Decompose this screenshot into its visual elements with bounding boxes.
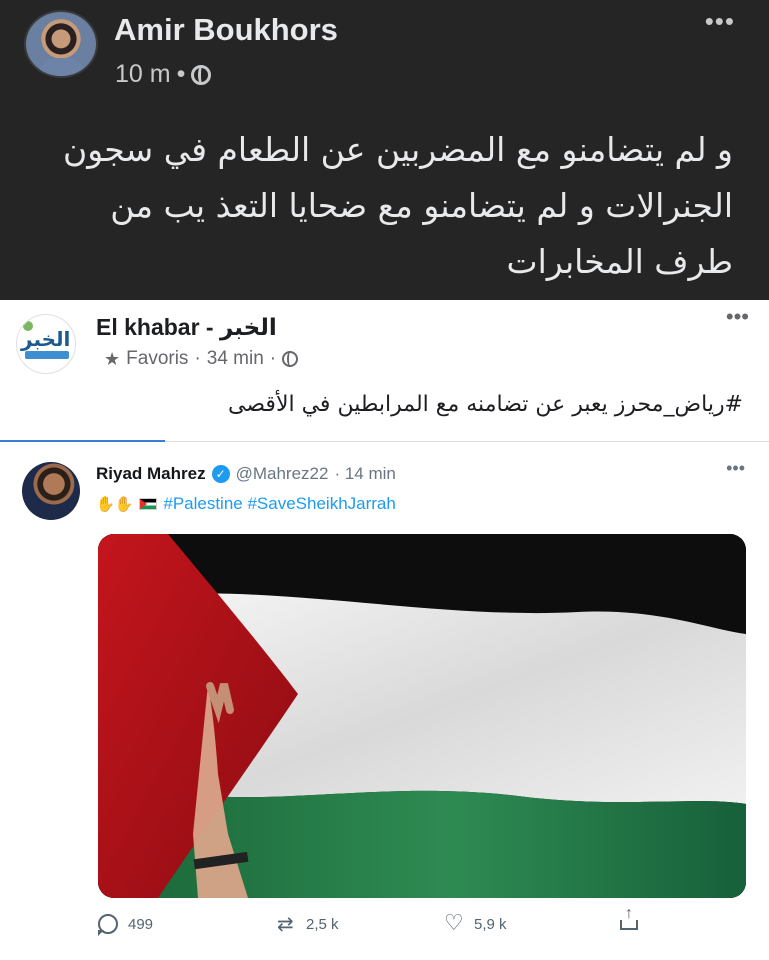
reply-icon — [98, 914, 118, 936]
tweet-header: Riyad Mahrez ✓ @Mahrez22 · 14 min — [96, 464, 396, 484]
caption-divider — [165, 441, 769, 442]
logo-bar — [25, 351, 69, 359]
tweet-text: ✋✋ #Palestine #SaveSheikhJarrah — [96, 494, 396, 514]
globe-icon — [191, 64, 212, 85]
caption-hashtag[interactable]: #رياض_محرز — [615, 392, 743, 417]
retweet-icon — [276, 914, 296, 934]
globe-icon — [282, 351, 299, 367]
favoris-label: Favoris — [126, 348, 189, 369]
reply-count: 499 — [128, 915, 154, 933]
caption-text: يعبر عن تضامنه مع المرابطين في الأقصى — [228, 392, 615, 417]
palestine-flag-icon — [139, 498, 158, 510]
author-avatar[interactable] — [24, 10, 98, 78]
verified-badge-icon: ✓ — [211, 465, 230, 483]
shared-post: الخبر El khabar - الخبر ★ Favoris · 34 m… — [0, 300, 769, 960]
retweet-count: 2,5 k — [306, 915, 339, 933]
retweet-action[interactable]: 2,5 k — [276, 914, 339, 934]
shared-post-options-button[interactable]: ••• — [726, 304, 749, 330]
tweet-handle[interactable]: @Mahrez22 — [236, 464, 329, 484]
tweet-avatar[interactable] — [22, 462, 80, 520]
post-options-button[interactable]: ••• — [705, 6, 735, 37]
author-name[interactable]: Amir Boukhors — [114, 12, 338, 48]
outer-post: Amir Boukhors 10 m • ••• و لم يتضامنو مع… — [0, 0, 769, 300]
meta-separator: • — [176, 60, 186, 88]
tweet-options-button[interactable]: ••• — [726, 458, 745, 479]
share-icon — [620, 905, 638, 930]
page-logo[interactable]: الخبر — [16, 314, 76, 374]
caption-divider-accent — [0, 440, 165, 442]
tweet-author-name[interactable]: Riyad Mahrez — [96, 464, 206, 484]
post-meta: 10 m • — [115, 60, 212, 89]
star-icon: ★ — [104, 348, 121, 369]
shared-post-time[interactable]: 34 min — [207, 348, 264, 370]
tweet-photo[interactable] — [98, 534, 746, 898]
tweet-hashtags[interactable]: #Palestine #SaveSheikhJarrah — [163, 494, 395, 514]
praying-hands-icon: ✋✋ — [96, 496, 134, 513]
tweet-time: · 14 min — [334, 464, 396, 483]
page-name[interactable]: El khabar - الخبر — [96, 314, 277, 341]
avatar-shirt — [38, 58, 86, 76]
meta-dot-2: · — [269, 348, 277, 369]
post-time[interactable]: 10 m — [115, 60, 171, 89]
post-text: و لم يتضامنو مع المضربين عن الطعام في سج… — [62, 130, 733, 281]
heart-icon — [444, 910, 464, 936]
share-action[interactable] — [620, 905, 638, 930]
tweet-card: Riyad Mahrez ✓ @Mahrez22 · 14 min ••• ✋✋… — [0, 452, 769, 960]
logo-text: الخبر — [21, 327, 71, 351]
palestine-flag-photo — [98, 534, 746, 898]
like-action[interactable]: 5,9 k — [444, 910, 507, 936]
like-count: 5,9 k — [474, 915, 507, 933]
shared-post-caption: #رياض_محرز يعبر عن تضامنه مع المرابطين ف… — [228, 392, 743, 417]
reply-action[interactable]: 499 — [98, 914, 154, 936]
tweet-actions: 499 2,5 k 5,9 k — [98, 905, 658, 944]
shared-post-meta: ★ Favoris · 34 min · — [104, 348, 299, 370]
meta-dot: · — [194, 348, 201, 369]
